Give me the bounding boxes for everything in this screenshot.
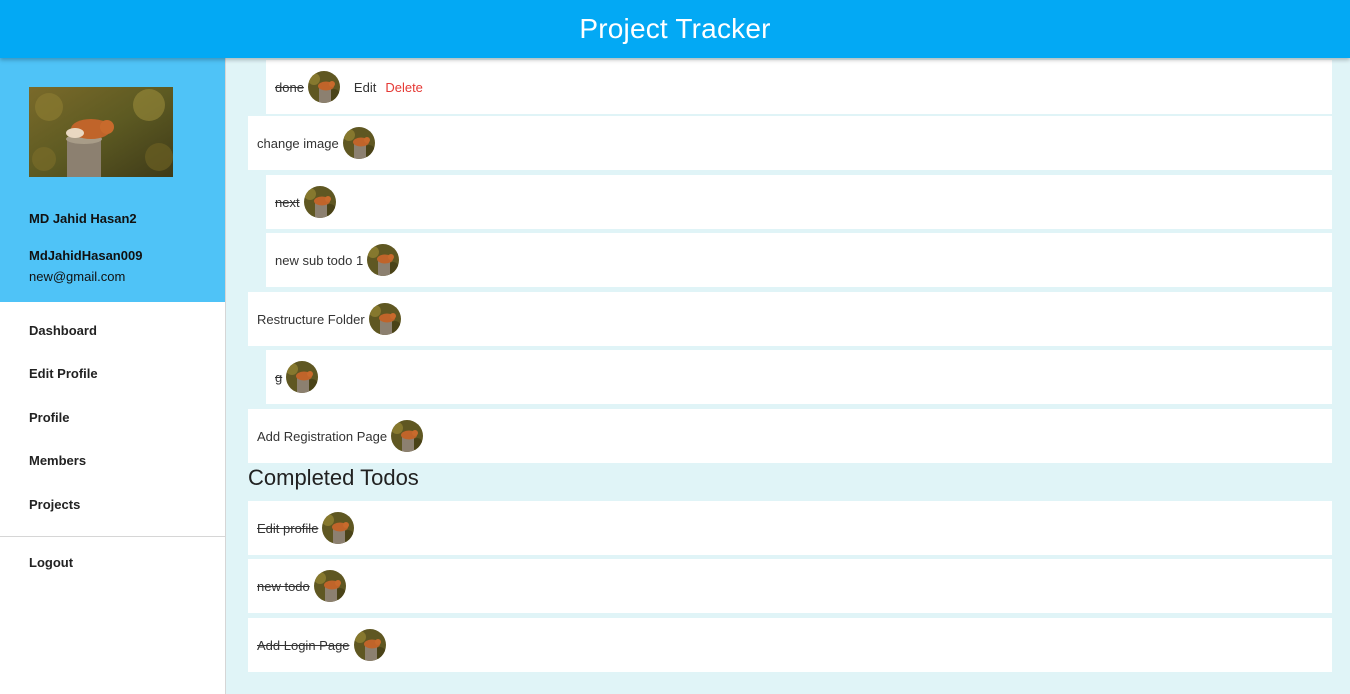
todo-text: new sub todo 1	[275, 252, 364, 268]
sidebar: MD Jahid Hasan2 MdJahidHasan009 new@gmai…	[0, 58, 226, 694]
delete-todo-button[interactable]: Delete	[385, 80, 423, 95]
user-username: MdJahidHasan009	[29, 248, 143, 263]
fox-avatar-icon	[313, 570, 346, 602]
todo-text: new todo	[257, 578, 310, 594]
sidebar-nav: Dashboard Edit Profile Profile Members P…	[0, 302, 225, 532]
todo-text: Restructure Folder	[257, 311, 365, 327]
app-header: Project Tracker	[0, 0, 1350, 58]
todo-text: next	[275, 194, 300, 210]
todo-list-area: done Edit Delete change image next new s…	[226, 58, 1350, 694]
fox-avatar-icon	[303, 186, 336, 218]
user-email: new@gmail.com	[29, 269, 126, 284]
todo-row-new-sub-todo[interactable]: new sub todo 1	[266, 233, 1332, 287]
profile-panel: MD Jahid Hasan2 MdJahidHasan009 new@gmai…	[0, 58, 225, 302]
app-title: Project Tracker	[579, 13, 771, 44]
edit-todo-button[interactable]: Edit	[354, 80, 376, 95]
completed-row-new-todo[interactable]: new todo	[248, 559, 1332, 613]
todo-row-g[interactable]: g	[266, 350, 1332, 404]
sidebar-item-projects[interactable]: Projects	[0, 489, 225, 532]
logout-button[interactable]: Logout	[0, 547, 225, 590]
todo-row-change-image[interactable]: change image	[248, 116, 1332, 170]
profile-photo	[29, 87, 173, 177]
fox-avatar-icon	[391, 420, 424, 452]
fox-avatar-icon	[367, 244, 400, 276]
completed-row-edit-profile[interactable]: Edit profile	[248, 501, 1332, 555]
todo-text: done	[275, 79, 304, 95]
todo-text: change image	[257, 135, 339, 151]
sidebar-item-dashboard[interactable]: Dashboard	[0, 315, 225, 358]
todo-row-restructure-folder[interactable]: Restructure Folder	[248, 292, 1332, 346]
todo-row-add-registration[interactable]: Add Registration Page	[248, 409, 1332, 463]
sidebar-item-profile[interactable]: Profile	[0, 402, 225, 445]
todo-text: Add Login Page	[257, 637, 350, 653]
fox-avatar-icon	[322, 512, 355, 544]
fox-avatar-icon	[307, 71, 340, 103]
user-name: MD Jahid Hasan2	[29, 211, 137, 226]
todo-row-next[interactable]: next	[266, 175, 1332, 229]
todo-row-done[interactable]: done Edit Delete	[266, 60, 1332, 114]
sidebar-item-members[interactable]: Members	[0, 445, 225, 488]
completed-todos-heading: Completed Todos	[248, 465, 419, 490]
fox-avatar-icon	[286, 361, 319, 393]
todo-text: Add Registration Page	[257, 428, 388, 444]
fox-avatar-icon	[342, 127, 375, 159]
todo-text: g	[275, 369, 283, 385]
todo-text: Edit profile	[257, 520, 319, 536]
sidebar-item-edit-profile[interactable]: Edit Profile	[0, 358, 225, 401]
fox-avatar-icon	[353, 629, 386, 661]
fox-avatar-icon	[368, 303, 401, 335]
completed-row-add-login[interactable]: Add Login Page	[248, 618, 1332, 672]
